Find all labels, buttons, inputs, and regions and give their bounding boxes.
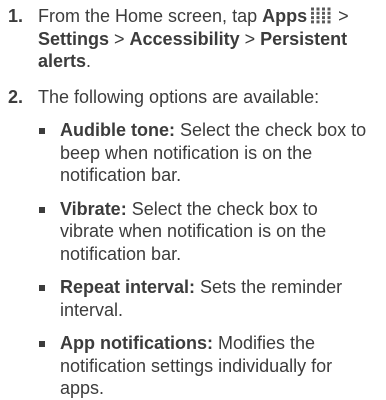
step-text: From the Home screen, tap xyxy=(38,6,263,26)
option-term: Vibrate: xyxy=(60,198,127,219)
apps-label: Apps xyxy=(262,6,308,26)
option-vibrate: Vibrate: Select the check box to vibrate… xyxy=(38,198,376,266)
step-1: 1. From the Home screen, tap Apps > Sett… xyxy=(8,5,376,73)
path-separator: > xyxy=(239,28,261,49)
option-audible-tone: Audible tone: Select the check box to be… xyxy=(38,119,376,187)
option-app-notifications: App notifications: Modifies the notifica… xyxy=(38,332,376,400)
option-term: Repeat interval: xyxy=(60,277,196,297)
instructions-page: 1. From the Home screen, tap Apps > Sett… xyxy=(0,0,386,398)
step-number: 2. xyxy=(8,86,24,107)
step-2: 2. The following options are available: … xyxy=(8,86,376,400)
accessibility-label: Accessibility xyxy=(129,28,240,49)
path-separator: > xyxy=(333,6,349,26)
square-bullet-icon xyxy=(39,206,45,213)
step-intro: The following options are available: xyxy=(38,86,320,107)
option-term: Audible tone: xyxy=(60,120,175,140)
step-period: . xyxy=(86,51,92,71)
option-term: App notifications: xyxy=(60,333,213,353)
path-separator: > xyxy=(109,28,130,49)
square-bullet-icon xyxy=(39,285,45,291)
option-repeat-interval: Repeat interval: Sets the reminder inter… xyxy=(38,276,376,321)
square-bullet-icon xyxy=(39,128,45,134)
settings-label: Settings xyxy=(38,28,110,49)
apps-grid-icon xyxy=(311,7,331,24)
step-number: 1. xyxy=(8,6,24,26)
options-list: Audible tone: Select the check box to be… xyxy=(38,119,376,400)
square-bullet-icon xyxy=(39,341,45,347)
